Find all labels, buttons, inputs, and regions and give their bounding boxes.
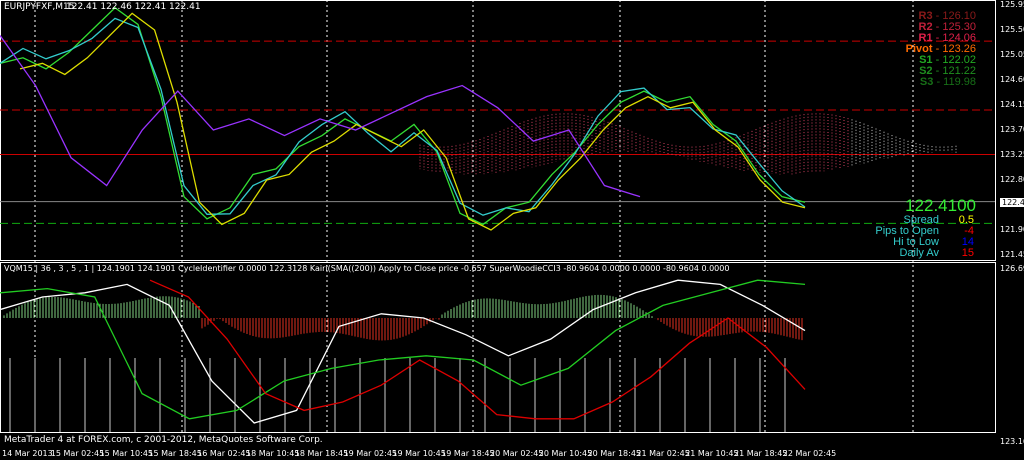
sub-green-line [0,279,806,420]
time-axis-label: 15 Mar 18:45 [148,449,202,458]
time-axis-label: 20 Mar 02:45 [490,449,544,458]
time-axis-label: 19 Mar 10:45 [392,449,446,458]
time-axis-label: 19 Mar 18:45 [441,449,495,458]
current-price-tag: 122.41 [1000,198,1024,207]
pivot-value: 119.98 [943,76,976,88]
time-axis-label: 18 Mar 18:45 [294,449,349,458]
chart-title: EURJPYFXF,M15 [4,2,75,12]
price-line [0,6,806,226]
price-axis-label: 121.90 [1000,225,1024,234]
info-label: Daily Av [899,247,939,259]
price-axis-label: 123.25 [1000,150,1024,159]
time-axis-label: 19 Mar 02:45 [343,449,398,458]
time-axis-label: 15 Mar 10:45 [99,449,154,458]
price-axis-label: 121.45 [1000,250,1024,259]
pivot-s3: S3 - 119.98 [919,76,976,88]
time-axis-label: 21 Mar 18:45 [734,449,788,458]
cyan-line [0,17,806,216]
info-value: 15 [961,247,974,259]
price-axis-label: 124.60 [1000,75,1024,84]
copyright: MetaTrader 4 at FOREX.com, c 2001-2012, … [4,435,323,445]
ohlc-values: 122.41 122.46 122.41 122.41 [66,2,201,12]
sub-axis-bottom: 123.163 [1000,437,1024,446]
time-axis-label: 22 Mar 02:45 [782,449,837,458]
price-axis-label: 125.05 [1000,50,1024,59]
sub-frame [0,262,996,433]
sub-axis-top: 126.696 [1000,264,1024,273]
indicator-header: VQM15 | 36 , 3 , 5 , 1 | 124.1901 124.19… [4,264,730,273]
time-axis-label: 15 Mar 02:45 [50,449,105,458]
chart-canvas[interactable] [0,0,1024,460]
price-axis-label: 125.95 [1000,0,1024,9]
price-axis-label: 125.50 [1000,25,1024,34]
time-axis-label: 20 Mar 18:45 [587,449,642,458]
price-axis-label: 122.80 [1000,175,1024,184]
main-frame [0,0,996,261]
time-axis-label: 20 Mar 10:45 [538,449,593,458]
time-axis-label: 21 Mar 02:45 [636,449,690,458]
pivot-label: S3 [919,76,934,88]
price-axis-label: 124.15 [1000,100,1024,109]
time-axis-label: 16 Mar 02:45 [197,449,251,458]
price-axis-label: 123.70 [1000,125,1024,134]
time-axis-label: 18 Mar 10:45 [246,449,300,458]
current-price: 122.4100 [905,196,976,215]
time-axis-label: 21 Mar 10:45 [685,449,739,458]
yellow-line [19,12,806,231]
time-axis-label: 14 Mar 2013 [2,449,53,458]
